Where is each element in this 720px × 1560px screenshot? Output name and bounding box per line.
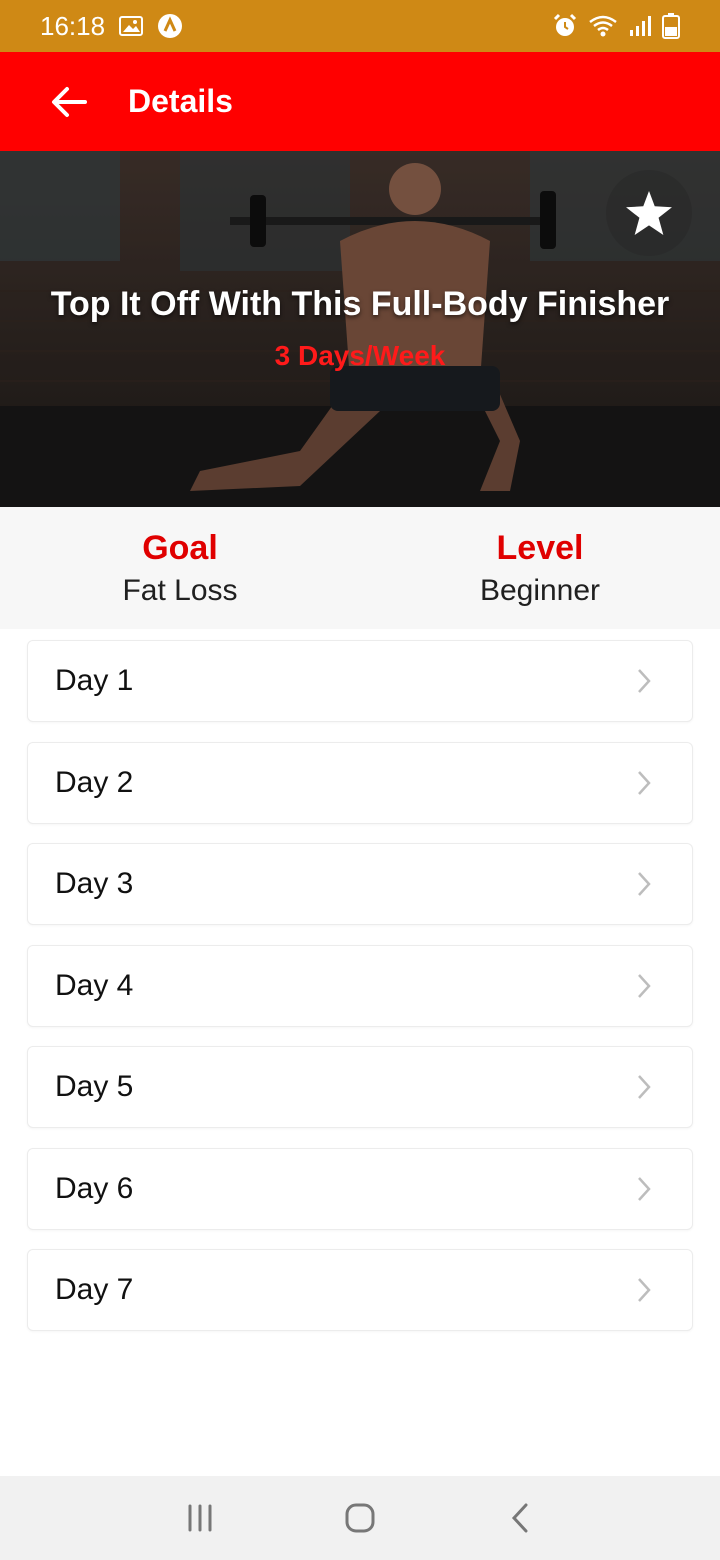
workout-frequency: 3 Days/Week	[274, 340, 446, 371]
system-nav-bar	[0, 1476, 720, 1560]
level-label: Level	[496, 529, 584, 567]
app-notification-icon	[157, 13, 183, 39]
goal-value: Fat Loss	[122, 574, 238, 607]
recent-apps-button[interactable]	[160, 1483, 240, 1553]
day-item[interactable]: Day 1	[27, 640, 693, 722]
app-bar: Details	[0, 52, 720, 151]
signal-icon	[628, 14, 652, 38]
day-label: Day 5	[55, 1070, 134, 1103]
chevron-right-icon	[638, 770, 651, 795]
home-icon	[345, 1503, 375, 1533]
recent-apps-icon	[188, 1504, 212, 1532]
day-item[interactable]: Day 6	[27, 1147, 693, 1230]
home-button[interactable]	[320, 1483, 400, 1553]
battery-icon	[662, 13, 680, 39]
back-button[interactable]	[34, 67, 104, 137]
favorite-button[interactable]	[606, 170, 692, 256]
level-section: Level Beginner	[360, 507, 720, 629]
day-item[interactable]: Day 7	[27, 1249, 693, 1331]
alarm-icon	[552, 13, 578, 39]
chevron-right-icon	[638, 872, 651, 896]
day-label: Day 1	[55, 664, 134, 697]
day-label: Day 7	[55, 1273, 134, 1306]
back-icon	[511, 1503, 528, 1533]
goal-label: Goal	[142, 529, 218, 567]
day-item[interactable]: Day 2	[27, 741, 693, 824]
image-icon	[119, 16, 144, 36]
day-label: Day 3	[55, 867, 134, 900]
chevron-right-icon	[638, 1075, 651, 1099]
hero-banner: Top It Off With This Full-Body Finisher …	[0, 151, 720, 507]
star-icon	[626, 191, 672, 235]
chevron-right-icon	[638, 1278, 651, 1302]
level-value: Beginner	[479, 574, 601, 607]
page-title: Details	[128, 83, 233, 119]
nav-back-button[interactable]	[480, 1483, 560, 1553]
wifi-icon	[588, 14, 618, 38]
day-item[interactable]: Day 3	[27, 843, 693, 925]
day-item[interactable]: Day 4	[27, 944, 693, 1027]
chevron-right-icon	[638, 1176, 651, 1201]
arrow-back-icon	[52, 86, 87, 117]
chevron-right-icon	[638, 669, 651, 693]
chevron-right-icon	[638, 973, 651, 998]
goal-section: Goal Fat Loss	[0, 507, 360, 629]
status-bar: 16:18	[0, 0, 720, 52]
workout-info: Goal Fat Loss Level Beginner	[0, 507, 720, 629]
workout-title: Top It Off With This Full-Body Finisher	[50, 285, 670, 323]
day-label: Day 2	[55, 765, 134, 799]
day-label: Day 4	[55, 968, 134, 1002]
status-time: 16:18	[40, 10, 106, 41]
day-label: Day 6	[55, 1171, 134, 1205]
day-item[interactable]: Day 5	[27, 1046, 693, 1128]
days-list: Day 1 Day 2 Day 3 Day 4 Day 5 Day 6 Day …	[27, 640, 693, 1351]
